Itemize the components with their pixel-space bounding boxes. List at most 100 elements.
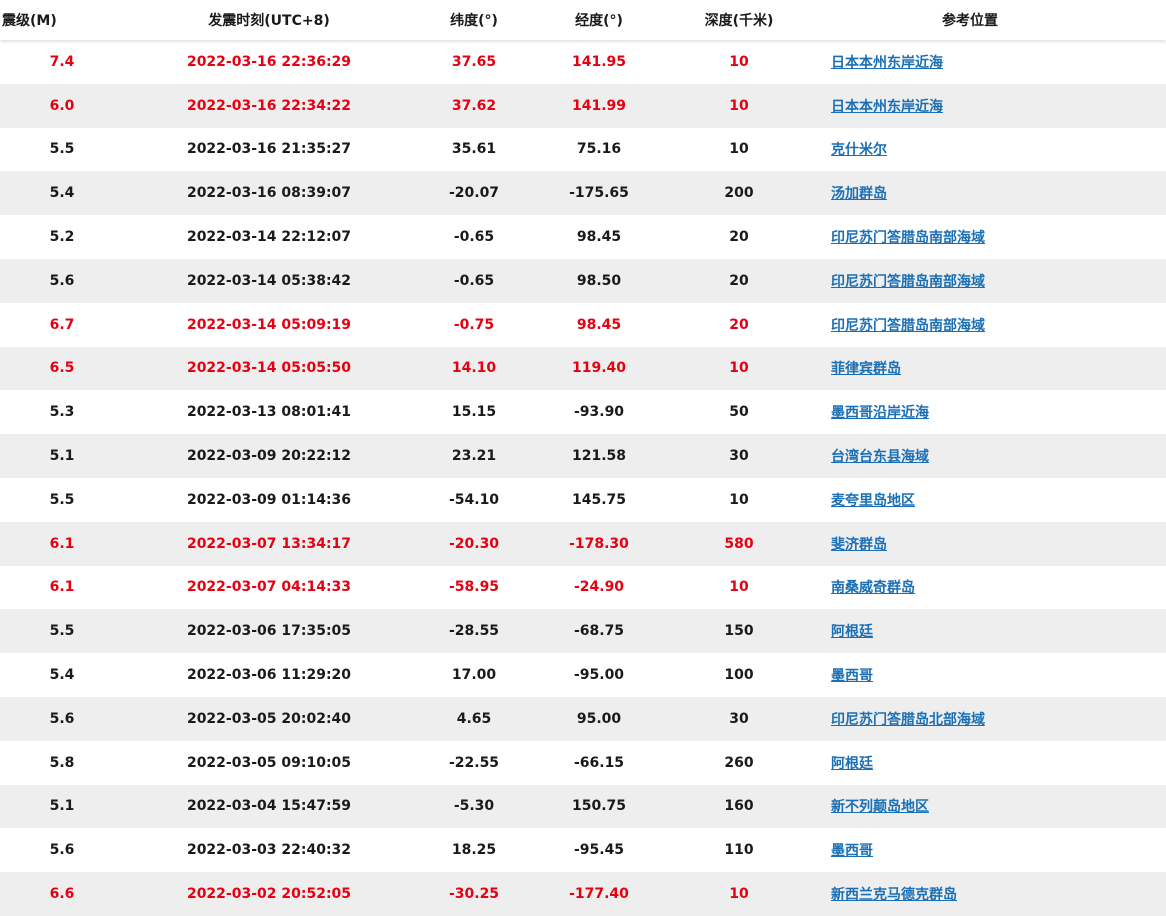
- cell-longitude: -178.30: [569, 535, 629, 552]
- cell-latitude: 23.21: [451, 448, 497, 465]
- header-time[interactable]: 发震时刻(UTC+8): [124, 10, 414, 30]
- cell-time: 2022-03-14 05:09:19: [186, 316, 352, 333]
- cell-magnitude: 5.8: [49, 754, 75, 771]
- cell-depth: 580: [724, 535, 754, 552]
- cell-location: 阿根廷: [814, 621, 1166, 641]
- table-row: 6.1 2022-03-07 04:14:33 -58.95 -24.90 10 南桑威奇…: [0, 566, 1166, 610]
- cell-magnitude: 5.1: [49, 448, 75, 465]
- location-link[interactable]: 印尼苏门答腊岛北部海域: [831, 712, 985, 728]
- table-row: 5.1 2022-03-04 15:47:59 -5.30 150.75 160 新不列颠…: [0, 784, 1166, 829]
- header-latitude[interactable]: 纬度(°): [414, 10, 534, 30]
- cell-location: 克什米尔: [814, 139, 1166, 159]
- location-link[interactable]: 墨西哥: [831, 668, 873, 684]
- header-depth[interactable]: 深度(千米): [664, 10, 814, 30]
- location-link[interactable]: 印尼苏门答腊岛南部海域: [831, 274, 985, 290]
- cell-depth: 200: [724, 185, 754, 202]
- cell-time: 2022-03-05 20:02:40: [186, 710, 352, 727]
- cell-time: 2022-03-04 15:47:59: [186, 798, 352, 815]
- cell-time: 2022-03-05 09:10:05: [186, 754, 352, 771]
- header-longitude[interactable]: 经度(°): [534, 10, 664, 30]
- cell-latitude: -28.55: [448, 623, 500, 640]
- cell-magnitude: 6.6: [49, 886, 75, 903]
- cell-magnitude: 6.7: [49, 316, 75, 333]
- table-row: 5.6 2022-03-03 22:40:32 18.25 -95.45 110 墨西哥: [0, 828, 1166, 872]
- cell-location: 印尼苏门答腊岛南部海域: [814, 271, 1166, 291]
- table-row: 6.6 2022-03-02 20:52:05 -30.25 -177.40 10 新西兰…: [0, 872, 1166, 916]
- cell-longitude: 121.58: [571, 448, 627, 465]
- cell-time: 2022-03-09 01:14:36: [186, 491, 352, 508]
- header-location[interactable]: 参考位置: [814, 10, 1166, 30]
- location-link[interactable]: 新西兰克马德克群岛: [831, 887, 957, 903]
- cell-magnitude: 6.0: [49, 97, 75, 114]
- location-link[interactable]: 麦夸里岛地区: [831, 493, 915, 509]
- table-row: 5.5 2022-03-09 01:14:36 -54.10 145.75 10 麦夸里岛…: [0, 478, 1166, 522]
- location-link[interactable]: 日本本州东岸近海: [831, 55, 943, 71]
- location-link[interactable]: 阿根廷: [831, 624, 873, 640]
- cell-latitude: -0.65: [453, 272, 495, 289]
- cell-longitude: -66.15: [573, 754, 625, 771]
- location-link[interactable]: 日本本州东岸近海: [831, 99, 943, 115]
- cell-time: 2022-03-13 08:01:41: [186, 404, 352, 421]
- location-link[interactable]: 克什米尔: [831, 142, 887, 158]
- cell-depth: 10: [729, 886, 749, 903]
- location-link[interactable]: 印尼苏门答腊岛南部海域: [831, 230, 985, 246]
- location-link[interactable]: 新不列颠岛地区: [831, 799, 929, 815]
- location-link[interactable]: 斐济群岛: [831, 537, 887, 553]
- table-row: 6.1 2022-03-07 13:34:17 -20.30 -178.30 580 斐济…: [0, 521, 1166, 566]
- cell-longitude: 98.50: [576, 272, 622, 289]
- earthquake-table: 震级(M) 发震时刻(UTC+8) 纬度(°) 经度(°) 深度(千米) 参考位…: [0, 0, 1166, 916]
- cell-depth: 150: [724, 623, 754, 640]
- header-magnitude[interactable]: 震级(M): [0, 10, 124, 30]
- cell-magnitude: 7.4: [49, 53, 75, 70]
- cell-time: 2022-03-06 11:29:20: [186, 667, 352, 684]
- cell-latitude: 37.62: [451, 97, 497, 114]
- cell-location: 日本本州东岸近海: [814, 96, 1166, 116]
- table-row: 5.8 2022-03-05 09:10:05 -22.55 -66.15 260 阿根廷: [0, 741, 1166, 785]
- cell-latitude: 14.10: [451, 360, 497, 377]
- cell-time: 2022-03-16 22:34:22: [186, 97, 352, 114]
- cell-latitude: -0.75: [453, 316, 495, 333]
- cell-latitude: -20.07: [448, 185, 500, 202]
- cell-time: 2022-03-14 05:38:42: [186, 272, 352, 289]
- cell-depth: 20: [729, 272, 749, 289]
- location-link[interactable]: 墨西哥沿岸近海: [831, 405, 929, 421]
- location-link[interactable]: 阿根廷: [831, 756, 873, 772]
- cell-longitude: 141.99: [571, 97, 627, 114]
- cell-depth: 260: [724, 754, 754, 771]
- cell-location: 墨西哥: [814, 665, 1166, 685]
- cell-longitude: 141.95: [571, 53, 627, 70]
- cell-latitude: -22.55: [448, 754, 500, 771]
- cell-longitude: 95.00: [576, 710, 622, 727]
- cell-magnitude: 6.1: [49, 579, 75, 596]
- cell-depth: 10: [729, 53, 749, 70]
- table-row: 6.0 2022-03-16 22:34:22 37.62 141.99 10 日本本州东…: [0, 83, 1166, 128]
- cell-magnitude: 5.5: [49, 623, 75, 640]
- cell-longitude: 98.45: [576, 229, 622, 246]
- location-link[interactable]: 台湾台东县海域: [831, 449, 929, 465]
- table-row: 5.3 2022-03-13 08:01:41 15.15 -93.90 50 墨西哥沿岸…: [0, 390, 1166, 434]
- location-link[interactable]: 南桑威奇群岛: [831, 580, 915, 596]
- location-link[interactable]: 菲律宾群岛: [831, 361, 901, 377]
- location-link[interactable]: 印尼苏门答腊岛南部海域: [831, 318, 985, 334]
- location-link[interactable]: 墨西哥: [831, 843, 873, 859]
- cell-longitude: 145.75: [571, 491, 627, 508]
- cell-longitude: -175.65: [569, 185, 629, 202]
- cell-depth: 30: [729, 710, 749, 727]
- cell-magnitude: 6.5: [49, 360, 75, 377]
- cell-longitude: -95.00: [573, 667, 625, 684]
- cell-latitude: -0.65: [453, 229, 495, 246]
- cell-location: 印尼苏门答腊岛北部海域: [814, 709, 1166, 729]
- cell-latitude: -20.30: [448, 535, 500, 552]
- cell-location: 阿根廷: [814, 753, 1166, 773]
- cell-magnitude: 5.5: [49, 491, 75, 508]
- cell-time: 2022-03-09 20:22:12: [186, 448, 352, 465]
- table-row: 5.6 2022-03-05 20:02:40 4.65 95.00 30 印尼苏门答腊岛…: [0, 696, 1166, 741]
- cell-latitude: -54.10: [448, 491, 500, 508]
- cell-latitude: -5.30: [453, 798, 495, 815]
- location-link[interactable]: 汤加群岛: [831, 186, 887, 202]
- cell-location: 台湾台东县海域: [814, 446, 1166, 466]
- cell-time: 2022-03-16 21:35:27: [186, 141, 352, 158]
- cell-time: 2022-03-06 17:35:05: [186, 623, 352, 640]
- cell-location: 菲律宾群岛: [814, 358, 1166, 378]
- cell-longitude: -95.45: [573, 842, 625, 859]
